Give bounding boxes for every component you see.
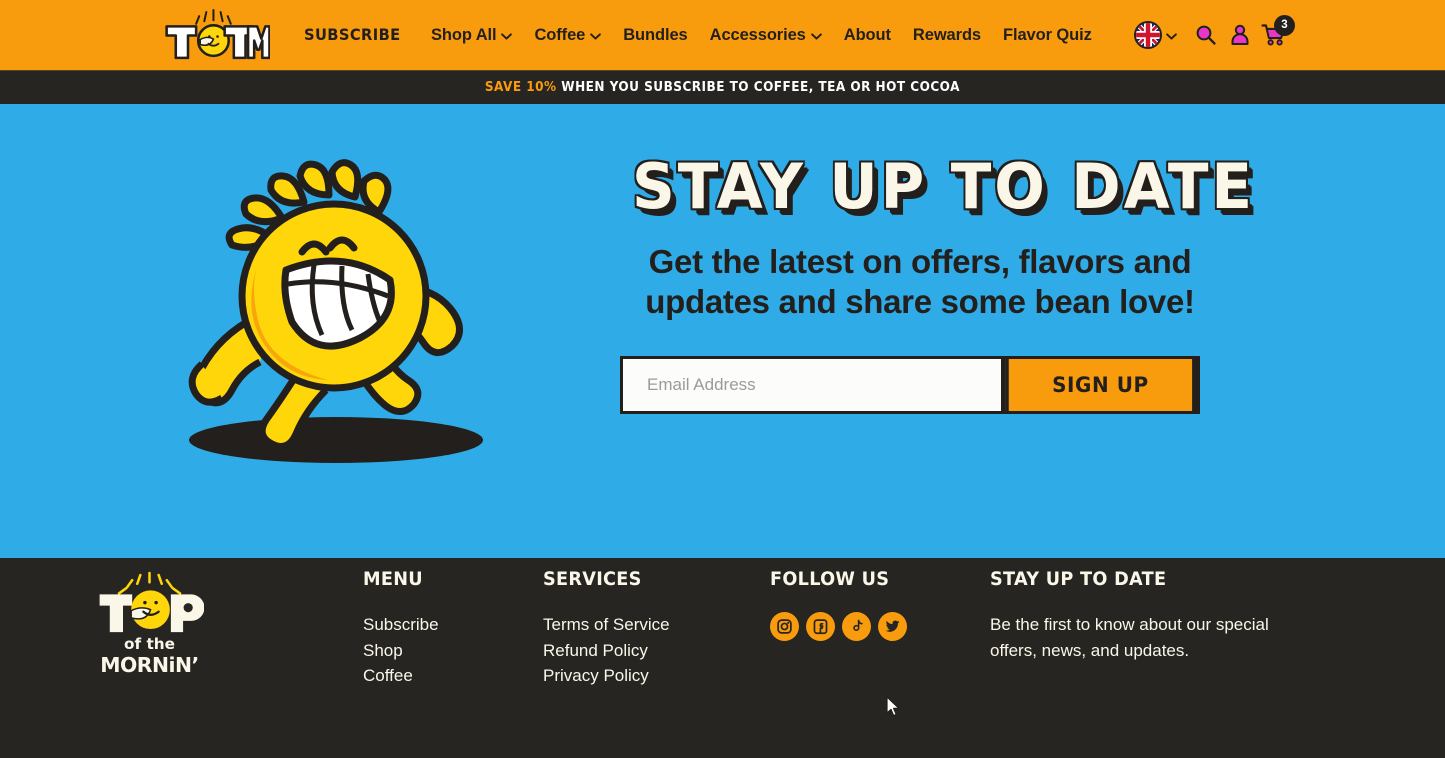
chevron-down-icon xyxy=(501,32,513,40)
footer-column-title: FOLLOW US xyxy=(770,568,890,590)
announcement-text: SAVE 10% WHEN YOU SUBSCRIBE TO COFFEE, T… xyxy=(485,80,960,95)
announcement-bar: SAVE 10% WHEN YOU SUBSCRIBE TO COFFEE, T… xyxy=(0,70,1445,104)
instagram-icon xyxy=(776,618,793,635)
nav-item-about[interactable]: About xyxy=(844,27,891,44)
tiktok-link[interactable] xyxy=(842,612,871,641)
footer-link-refund-policy[interactable]: Refund Policy xyxy=(543,638,670,664)
footer-link-shop[interactable]: Shop xyxy=(363,638,439,664)
nav-label: Coffee xyxy=(534,25,586,44)
nav-item-subscribe[interactable]: Subscribe xyxy=(304,27,401,43)
primary-nav: Subscribe Shop All Coffee Bundles Access… xyxy=(304,27,1134,44)
tiktok-icon xyxy=(849,618,865,635)
site-footer: of the MORNiN’ MENU Subscribe Shop Coffe… xyxy=(0,558,1445,758)
footer-column-menu: MENU Subscribe Shop Coffee xyxy=(363,568,439,689)
account-icon xyxy=(1228,23,1252,47)
footer-link-privacy-policy[interactable]: Privacy Policy xyxy=(543,663,670,689)
chevron-down-icon xyxy=(1166,32,1177,40)
nav-item-accessories[interactable]: Accessories xyxy=(710,27,822,44)
nav-label: Rewards xyxy=(912,25,982,44)
hero-subtitle: Get the latest on offers, flavors and up… xyxy=(645,243,1195,321)
footer-logo[interactable]: of the MORNiN’ xyxy=(96,570,204,682)
chevron-down-icon xyxy=(810,32,822,40)
nav-label: Accessories xyxy=(709,25,806,44)
twitter-icon xyxy=(884,618,901,635)
announcement-rest: WHEN YOU SUBSCRIBE TO COFFEE, TEA OR HOT… xyxy=(561,80,961,95)
cart-count-badge: 3 xyxy=(1274,15,1295,36)
nav-item-coffee[interactable]: Coffee xyxy=(534,25,602,44)
search-button[interactable] xyxy=(1189,18,1223,52)
nav-label: About xyxy=(843,25,891,44)
email-input[interactable] xyxy=(623,358,1001,411)
sign-up-button[interactable]: Sign Up xyxy=(1005,358,1193,411)
cart-button[interactable]: 3 xyxy=(1257,15,1295,52)
newsletter-hero: STAY UP TO DATE Get the latest on offers… xyxy=(0,104,1445,558)
footer-menu-list: Subscribe Shop Coffee xyxy=(363,612,439,689)
sun-mascot-illustration xyxy=(168,142,498,482)
instagram-link[interactable] xyxy=(770,612,799,641)
hero-title: STAY UP TO DATE xyxy=(632,150,1255,223)
footer-link-terms-of-service[interactable]: Terms of Service xyxy=(543,612,670,638)
nav-item-rewards[interactable]: Rewards xyxy=(913,27,981,44)
locale-selector[interactable] xyxy=(1134,21,1177,49)
social-links xyxy=(770,612,907,641)
nav-item-bundles[interactable]: Bundles xyxy=(623,27,687,44)
site-logo[interactable] xyxy=(162,7,270,63)
footer-column-title: STAY UP TO DATE xyxy=(990,568,1167,590)
footer-column-title: MENU xyxy=(363,568,423,590)
facebook-icon xyxy=(812,618,829,635)
svg-text:MORNiN’: MORNiN’ xyxy=(100,653,198,677)
announcement-highlight: SAVE 10% xyxy=(484,80,557,95)
page-root: Subscribe Shop All Coffee Bundles Access… xyxy=(0,0,1445,758)
footer-column-follow: FOLLOW US xyxy=(770,568,907,641)
united-kingdom-flag-icon xyxy=(1134,21,1162,49)
nav-item-shop-all[interactable]: Shop All xyxy=(431,27,513,44)
hero-content: STAY UP TO DATE Get the latest on offers… xyxy=(620,150,1255,414)
footer-column-services: SERVICES Terms of Service Refund Policy … xyxy=(543,568,670,689)
footer-link-coffee[interactable]: Coffee xyxy=(363,663,439,689)
site-header: Subscribe Shop All Coffee Bundles Access… xyxy=(0,0,1445,70)
footer-column-title: SERVICES xyxy=(543,568,642,590)
header-actions: 3 xyxy=(1134,15,1295,52)
twitter-link[interactable] xyxy=(878,612,907,641)
nav-label: Shop All xyxy=(430,25,497,44)
chevron-down-icon xyxy=(590,32,602,40)
footer-services-list: Terms of Service Refund Policy Privacy P… xyxy=(543,612,670,689)
footer-column-stay-up-to-date: STAY UP TO DATE Be the first to know abo… xyxy=(990,568,1290,663)
search-icon xyxy=(1194,23,1218,47)
facebook-link[interactable] xyxy=(806,612,835,641)
footer-link-subscribe[interactable]: Subscribe xyxy=(363,612,439,638)
nav-item-flavor-quiz[interactable]: Flavor Quiz xyxy=(1003,27,1092,44)
nav-label: Flavor Quiz xyxy=(1003,25,1092,44)
account-button[interactable] xyxy=(1223,18,1257,52)
svg-text:of the: of the xyxy=(124,635,175,653)
footer-stay-text: Be the first to know about our special o… xyxy=(990,615,1269,660)
nav-label: Bundles xyxy=(623,25,688,44)
nav-label: Subscribe xyxy=(304,25,401,44)
newsletter-signup-form: Sign Up xyxy=(620,355,1200,414)
